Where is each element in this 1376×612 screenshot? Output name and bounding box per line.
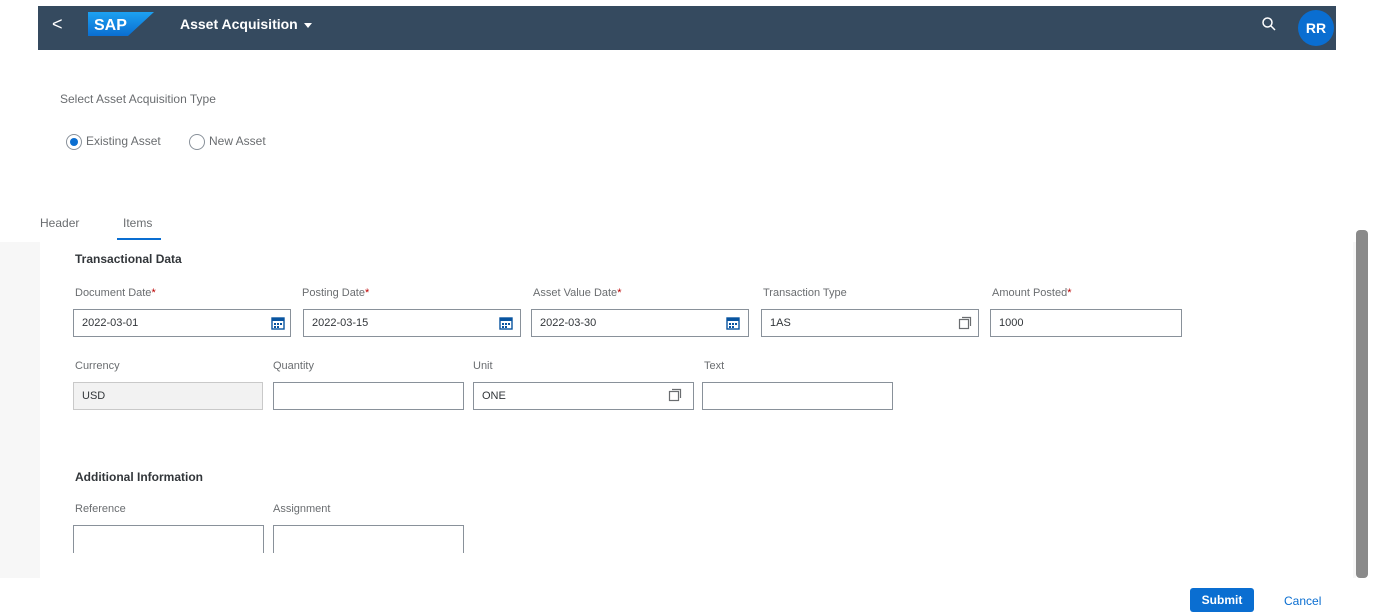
unit-field[interactable]: ONE	[473, 382, 694, 410]
tab-selection-indicator	[117, 238, 161, 240]
radio-existing-asset[interactable]	[66, 134, 82, 150]
amount-posted-field[interactable]: 1000	[990, 309, 1182, 337]
required-marker: *	[617, 287, 622, 299]
calendar-icon[interactable]	[499, 316, 513, 330]
assignment-label: Assignment	[273, 503, 331, 515]
amount-posted-label: Amount Posted*	[992, 287, 1072, 299]
quantity-field[interactable]	[273, 382, 464, 410]
unit-value: ONE	[482, 390, 506, 402]
chevron-left-icon[interactable]: <	[52, 14, 72, 34]
tab-items[interactable]: Items	[123, 216, 152, 230]
submit-button[interactable]: Submit	[1190, 588, 1254, 612]
required-marker: *	[1067, 287, 1072, 299]
document-date-label: Document Date*	[75, 287, 156, 299]
required-marker: *	[151, 287, 156, 299]
logo-text: SAP	[94, 17, 127, 34]
amount-posted-value: 1000	[999, 317, 1024, 329]
sap-logo: SAP	[88, 12, 154, 36]
posting-date-field[interactable]: 2022-03-15	[303, 309, 521, 337]
cancel-button[interactable]: Cancel	[1284, 594, 1321, 608]
scrollbar-thumb[interactable]	[1356, 230, 1368, 578]
transaction-type-label: Transaction Type	[763, 287, 847, 299]
currency-label: Currency	[75, 360, 120, 372]
transaction-type-field[interactable]: 1AS	[761, 309, 979, 337]
unit-label: Unit	[473, 360, 493, 372]
document-date-field[interactable]: 2022-03-01	[73, 309, 291, 337]
asset-value-date-field[interactable]: 2022-03-30	[531, 309, 749, 337]
footer-toolbar	[0, 578, 1376, 612]
reference-field[interactable]	[73, 525, 264, 553]
app-title-menu[interactable]: Asset Acquisition	[180, 16, 312, 32]
calendar-icon[interactable]	[726, 316, 740, 330]
currency-field: USD	[73, 382, 263, 410]
radio-existing-asset-label: Existing Asset	[86, 134, 161, 148]
user-avatar[interactable]: RR	[1298, 10, 1334, 46]
document-date-value: 2022-03-01	[82, 317, 139, 329]
radio-new-asset-label: New Asset	[209, 134, 266, 148]
shell-bar: < SAP Asset Acquisition RR	[0, 0, 1376, 60]
asset-value-date-label: Asset Value Date*	[533, 287, 622, 299]
additional-information-title: Additional Information	[75, 470, 203, 484]
text-field[interactable]	[702, 382, 893, 410]
reference-label: Reference	[75, 503, 126, 515]
calendar-icon[interactable]	[271, 316, 285, 330]
app-title: Asset Acquisition	[180, 16, 298, 32]
caret-down-icon	[303, 22, 312, 28]
asset-value-date-value: 2022-03-30	[540, 317, 597, 329]
tab-header[interactable]: Header	[40, 216, 79, 230]
search-icon[interactable]	[1261, 16, 1277, 32]
required-marker: *	[364, 287, 370, 299]
transactional-data-title: Transactional Data	[75, 252, 182, 266]
value-help-icon[interactable]	[958, 316, 972, 330]
radio-new-asset[interactable]	[189, 134, 205, 150]
acquisition-type-label: Select Asset Acquisition Type	[60, 92, 216, 106]
value-help-icon[interactable]	[668, 388, 682, 402]
posting-date-label: Posting Date*	[302, 287, 370, 299]
currency-value: USD	[82, 390, 106, 402]
transaction-type-value: 1AS	[770, 317, 791, 329]
text-label: Text	[704, 360, 725, 372]
posting-date-value: 2022-03-15	[312, 317, 369, 329]
quantity-label: Quantity	[273, 360, 314, 372]
assignment-field[interactable]	[273, 525, 464, 553]
